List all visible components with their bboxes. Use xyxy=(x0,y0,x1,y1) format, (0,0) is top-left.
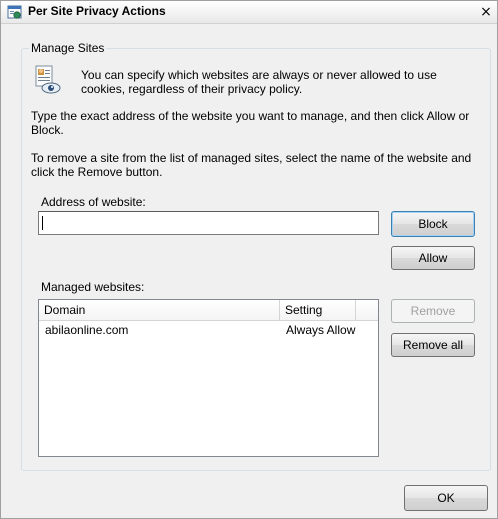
privacy-window-icon xyxy=(7,5,22,19)
address-label: Address of website: xyxy=(41,195,146,209)
group-legend: Manage Sites xyxy=(29,41,107,55)
privacy-dialog: Per Site Privacy Actions × Manage Sites … xyxy=(0,0,498,519)
table-row[interactable]: abilaonline.com Always Allow xyxy=(39,321,378,339)
cell-domain: abilaonline.com xyxy=(45,323,129,337)
ok-button[interactable]: OK xyxy=(404,485,488,511)
column-header-setting[interactable]: Setting xyxy=(280,300,356,320)
column-header-filler xyxy=(356,300,378,320)
cell-setting: Always Allow xyxy=(286,323,356,337)
privacy-report-icon xyxy=(35,65,61,94)
intro-text: You can specify which websites are alway… xyxy=(81,68,437,96)
managed-websites-list[interactable]: Domain Setting abilaonline.com Always Al… xyxy=(38,299,379,457)
window-title: Per Site Privacy Actions xyxy=(28,4,166,18)
address-input[interactable] xyxy=(38,211,379,235)
close-icon[interactable]: × xyxy=(478,4,494,20)
list-header: Domain Setting xyxy=(39,300,378,321)
type-instructions: Type the exact address of the website yo… xyxy=(31,109,470,137)
title-bar[interactable]: Per Site Privacy Actions × xyxy=(1,1,497,24)
remove-button[interactable]: Remove xyxy=(391,299,475,323)
remove-all-button[interactable]: Remove all xyxy=(391,333,475,357)
text-caret xyxy=(42,216,43,230)
allow-button[interactable]: Allow xyxy=(391,246,475,270)
block-button[interactable]: Block xyxy=(391,211,475,237)
managed-websites-label: Managed websites: xyxy=(41,280,145,294)
remove-instructions: To remove a site from the list of manage… xyxy=(31,151,472,179)
column-header-domain[interactable]: Domain xyxy=(39,300,280,320)
